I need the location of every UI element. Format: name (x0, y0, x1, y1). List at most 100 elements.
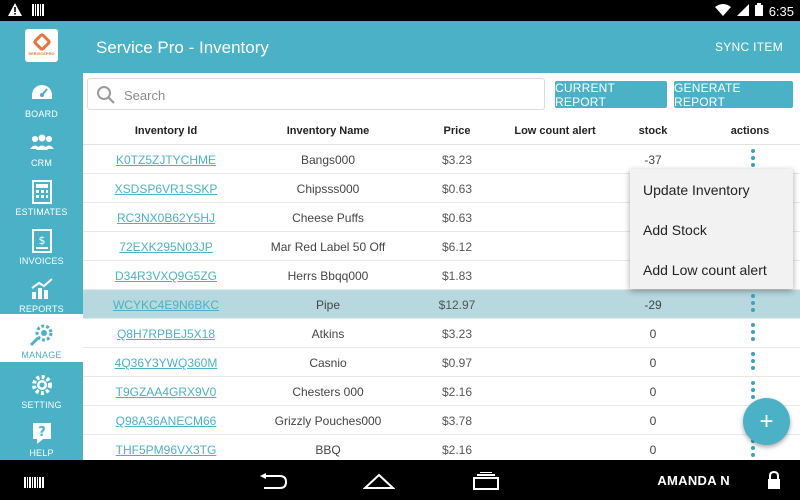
menu-item-update-inventory[interactable]: Update Inventory (643, 182, 750, 198)
help-icon: ? (29, 421, 55, 445)
chart-icon (29, 277, 55, 301)
table-row[interactable]: Q8H7RPBEJ5X18 Atkins $3.23 0 (83, 319, 800, 348)
inventory-stock: 0 (649, 443, 657, 457)
inventory-id-link[interactable]: 4Q36Y3YWQ360M (115, 356, 218, 370)
inventory-id-link[interactable]: RC3NX0B62Y5HJ (117, 211, 215, 225)
inventory-price: $3.23 (441, 327, 473, 341)
logo-hex-icon (31, 32, 52, 52)
recents-icon[interactable] (472, 472, 500, 495)
sidebar-item-reports[interactable]: REPORTS (0, 268, 83, 316)
inventory-stock: 0 (649, 414, 657, 428)
inventory-id-link[interactable]: Q8H7RPBEJ5X18 (117, 327, 215, 341)
signal-icon (736, 3, 749, 19)
table-row-selected[interactable]: WCYKC4E9N6BKC Pipe $12.97 -29 (83, 290, 800, 319)
inventory-id-link[interactable]: D34R3VXQ9G5ZG (115, 269, 217, 283)
table-header: Inventory Id Inventory Name Price Low co… (83, 117, 800, 145)
column-header-name: Inventory Name (286, 125, 370, 137)
row-actions-menu-icon[interactable] (750, 323, 756, 345)
inventory-stock: -37 (644, 153, 662, 167)
inventory-price: $0.97 (441, 356, 473, 370)
inventory-id-link[interactable]: WCYKC4E9N6BKC (113, 298, 219, 312)
inventory-name: BBQ (315, 443, 341, 457)
inventory-name: Atkins (311, 327, 345, 341)
lock-icon[interactable] (766, 470, 782, 495)
search-input[interactable] (124, 85, 524, 105)
inventory-price: $3.23 (441, 153, 473, 167)
sidebar-item-label: BOARD (24, 109, 58, 119)
sidebar: SERVICEPRO BOARD CRM ESTIMATES $ INVOICE… (0, 21, 83, 460)
manage-gear-icon (29, 323, 55, 347)
sidebar-item-help[interactable]: ? HELP (0, 412, 83, 460)
page-title: Service Pro - Inventory (96, 38, 269, 57)
inventory-price: $2.16 (441, 385, 473, 399)
inventory-price: $1.83 (441, 269, 473, 283)
status-time: 6:35 (768, 3, 794, 19)
generate-report-button[interactable]: GENERATE REPORT (674, 81, 793, 109)
column-header-actions: actions (730, 125, 770, 137)
inventory-stock: 0 (649, 327, 657, 341)
column-header-price: Price (443, 125, 471, 137)
logo-text: SERVICEPRO (28, 51, 55, 56)
gear-icon (29, 373, 55, 397)
row-actions-menu-icon[interactable] (750, 294, 756, 316)
inventory-id-link[interactable]: THF5PM96VX3TG (116, 443, 217, 457)
sidebar-item-crm[interactable]: CRM (0, 122, 83, 170)
inventory-id-link[interactable]: XSDSP6VR1SSKP (115, 182, 218, 196)
sidebar-item-setting[interactable]: SETTING (0, 364, 83, 412)
inventory-name: Grizzly Pouches000 (274, 414, 382, 428)
inventory-stock: 0 (649, 385, 657, 399)
column-header-low-count-alert: Low count alert (514, 125, 596, 137)
add-item-fab[interactable]: + (743, 398, 790, 445)
people-icon (29, 131, 55, 155)
barcode-icon (32, 3, 44, 19)
row-actions-popup-menu: Update Inventory Add Stock Add Low count… (630, 169, 793, 289)
barcode-icon (24, 475, 44, 493)
menu-item-add-stock[interactable]: Add Stock (643, 222, 707, 238)
inventory-id-link[interactable]: Q98A36ANECM66 (116, 414, 217, 428)
sidebar-item-label: CRM (30, 158, 53, 168)
user-name: AMANDA N (657, 473, 730, 488)
inventory-price: $2.16 (441, 443, 473, 457)
column-header-id: Inventory Id (134, 125, 198, 137)
warning-icon (8, 3, 22, 19)
inventory-price: $12.97 (438, 298, 476, 312)
search-icon (96, 85, 116, 110)
sidebar-item-estimates[interactable]: ESTIMATES (0, 171, 83, 219)
menu-item-add-low-count-alert[interactable]: Add Low count alert (643, 262, 767, 278)
sidebar-item-label: SETTING (21, 400, 62, 410)
sidebar-item-label: ESTIMATES (15, 207, 68, 217)
inventory-stock: -29 (644, 298, 662, 312)
inventory-name: Bangs000 (300, 153, 356, 167)
inventory-name: Pipe (315, 298, 341, 312)
sidebar-item-manage[interactable]: MANAGE (0, 314, 83, 362)
inventory-id-link[interactable]: T9GZAA4GRX9V0 (116, 385, 217, 399)
row-actions-menu-icon[interactable] (750, 149, 756, 171)
table-row[interactable]: 4Q36Y3YWQ360M Casnio $0.97 0 (83, 348, 800, 377)
search-box[interactable] (87, 78, 545, 110)
sidebar-item-label: INVOICES (19, 256, 64, 266)
inventory-name: Chesters 000 (292, 385, 364, 399)
sidebar-item-invoices[interactable]: $ INVOICES (0, 220, 83, 268)
app-logo: SERVICEPRO (25, 29, 58, 62)
back-icon[interactable] (258, 473, 288, 494)
dashboard-icon (29, 82, 55, 106)
inventory-price: $6.12 (441, 240, 473, 254)
plus-icon: + (759, 407, 774, 435)
home-icon[interactable] (362, 473, 396, 494)
system-nav-bar: AMANDA N (0, 460, 800, 500)
invoice-icon: $ (29, 229, 55, 253)
table-row[interactable]: T9GZAA4GRX9V0 Chesters 000 $2.16 0 (83, 377, 800, 406)
row-actions-menu-icon[interactable] (750, 352, 756, 374)
column-header-stock: stock (638, 125, 668, 137)
inventory-price: $0.63 (441, 211, 473, 225)
inventory-id-link[interactable]: 72EXK295N03JP (119, 240, 212, 254)
sidebar-item-board[interactable]: BOARD (0, 73, 83, 121)
current-report-button[interactable]: CURRENT REPORT (555, 81, 667, 109)
inventory-price: $0.63 (441, 182, 473, 196)
table-row[interactable]: Q98A36ANECM66 Grizzly Pouches000 $3.78 0 (83, 406, 800, 435)
inventory-name: Herrs Bbqq000 (287, 269, 369, 283)
inventory-name: Mar Red Label 50 Off (270, 240, 386, 254)
inventory-name: Chipsss000 (296, 182, 360, 196)
sync-item-button[interactable]: SYNC ITEM (715, 40, 783, 54)
inventory-id-link[interactable]: K0TZ5ZJTYCHME (116, 153, 216, 167)
